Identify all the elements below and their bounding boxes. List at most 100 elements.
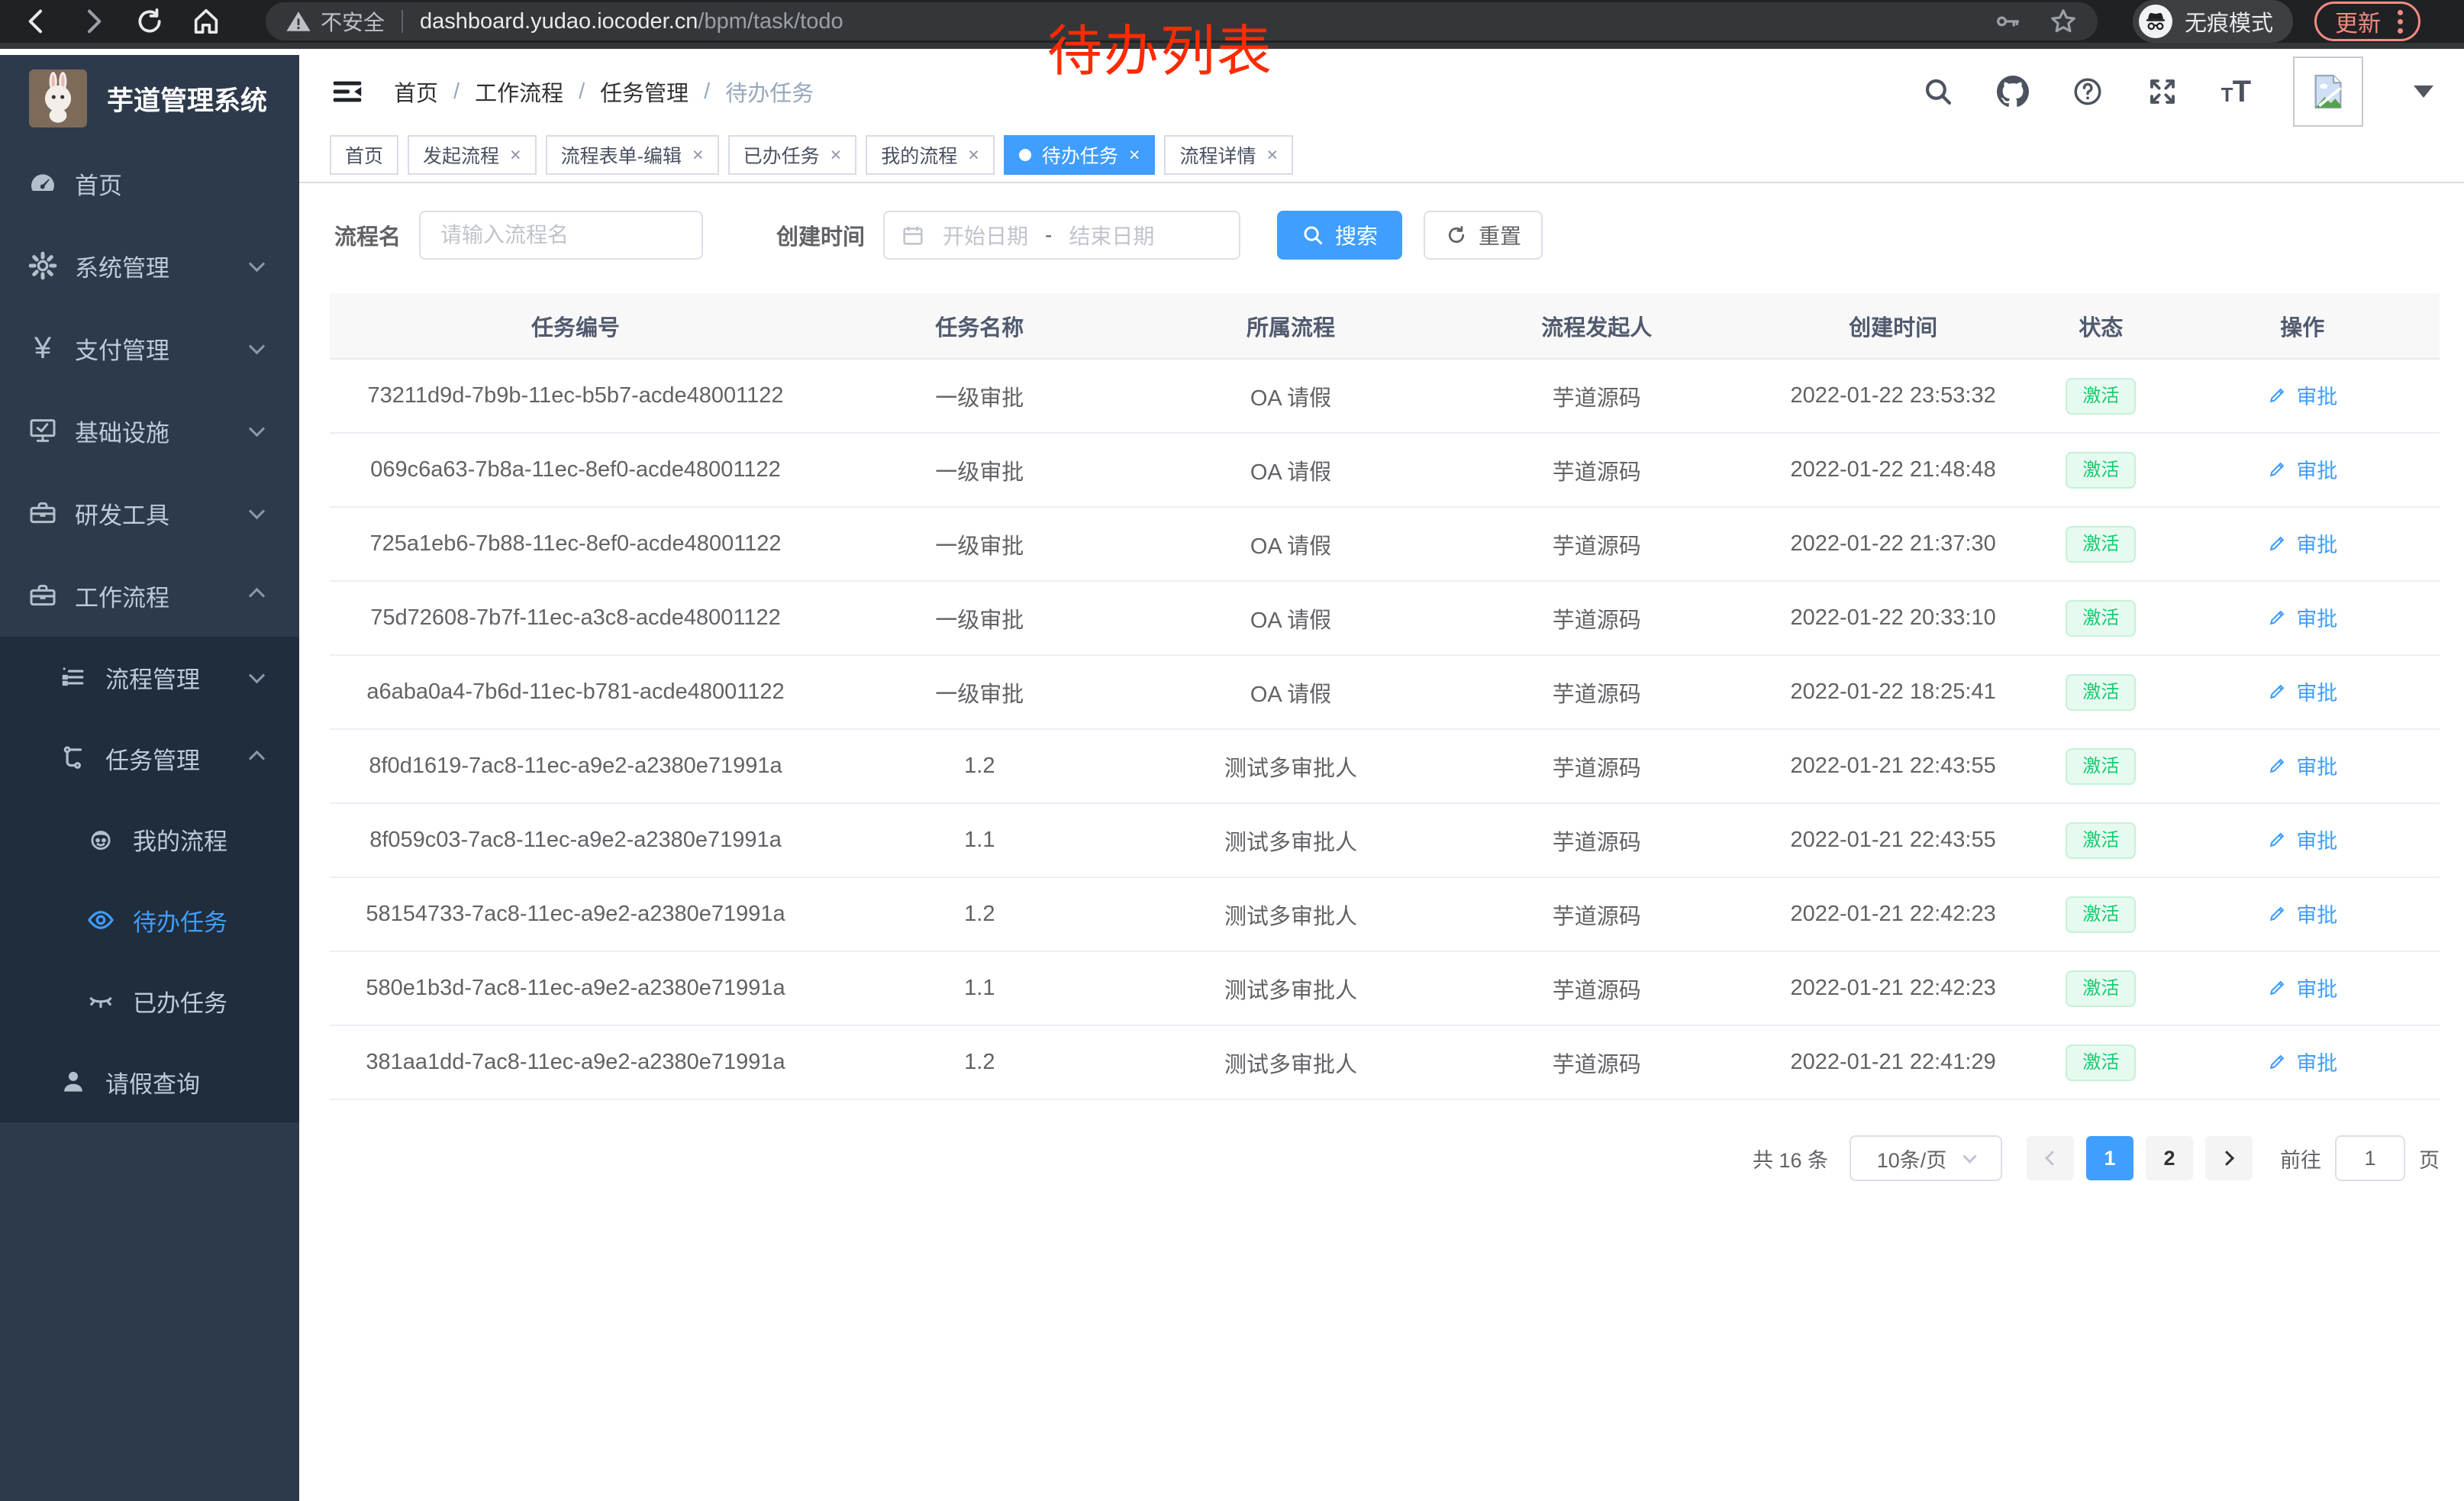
- approve-link[interactable]: 审批: [2267, 380, 2337, 410]
- browser-reload-button[interactable]: [133, 5, 166, 38]
- col-task-id: 任务编号: [330, 293, 821, 359]
- task-initiator: 芋道源码: [1443, 359, 1750, 433]
- browser-forward-button[interactable]: [76, 5, 110, 38]
- pencil-icon: [2267, 532, 2288, 554]
- tab-process-detail[interactable]: 流程详情×: [1164, 135, 1293, 175]
- fullscreen-icon[interactable]: [2146, 76, 2179, 108]
- approve-link[interactable]: 审批: [2267, 676, 2337, 706]
- sidebar-item-label: 首页: [75, 166, 122, 201]
- prev-page-button[interactable]: [2027, 1136, 2074, 1180]
- sidebar-item-devtools[interactable]: 研发工具: [0, 472, 299, 554]
- reset-button[interactable]: 重置: [1424, 211, 1543, 260]
- task-id: 58154733-7ac8-11ec-a9e2-a2380e71991a: [330, 877, 821, 951]
- bookmark-star-icon[interactable]: [2049, 7, 2078, 36]
- url-text: dashboard.yudao.iocoder.cn/bpm/task/todo: [420, 9, 843, 34]
- github-icon[interactable]: [1997, 76, 2029, 108]
- close-icon[interactable]: ×: [692, 144, 704, 166]
- approve-link[interactable]: 审批: [2267, 454, 2337, 484]
- sidebar-item-done-tasks[interactable]: 已办任务: [0, 960, 299, 1041]
- help-icon[interactable]: [2072, 76, 2104, 108]
- sidebar-item-infrastructure[interactable]: 基础设施: [0, 389, 299, 472]
- sidebar-item-todo-tasks[interactable]: 待办任务: [0, 880, 299, 960]
- sidebar-collapse-icon[interactable]: [330, 74, 365, 109]
- task-id: 8f0d1619-7ac8-11ec-a9e2-a2380e71991a: [330, 729, 821, 803]
- avatar-dropdown-caret[interactable]: [2414, 86, 2433, 98]
- browser-home-button[interactable]: [189, 5, 223, 38]
- breadcrumb-task-management[interactable]: 任务管理: [600, 76, 689, 108]
- tab-start-process[interactable]: 发起流程×: [408, 135, 537, 175]
- sidebar-item-home[interactable]: 首页: [0, 142, 299, 224]
- robot-face-icon: [85, 824, 116, 854]
- col-actions: 操作: [2166, 293, 2440, 359]
- eye-open-icon: [85, 905, 116, 935]
- breadcrumb-home[interactable]: 首页: [394, 76, 438, 108]
- date-range-input[interactable]: 开始日期 - 结束日期: [883, 211, 1240, 260]
- font-size-icon[interactable]: TT: [2221, 75, 2250, 109]
- tab-done-tasks[interactable]: 已办任务 ×: [728, 135, 857, 175]
- page-size-select[interactable]: 10条/页: [1850, 1135, 2002, 1181]
- tab-label: 待办任务: [1042, 141, 1118, 169]
- pagination-total: 共 16 条: [1753, 1144, 1828, 1173]
- pencil-icon: [2267, 606, 2288, 628]
- approve-link[interactable]: 审批: [2267, 602, 2337, 632]
- browser-back-button[interactable]: [20, 5, 53, 38]
- incognito-badge: 无痕模式: [2133, 0, 2293, 43]
- task-initiator: 芋道源码: [1443, 1025, 1750, 1099]
- browser-update-button[interactable]: 更新: [2314, 2, 2420, 41]
- tab-home[interactable]: 首页: [330, 135, 398, 175]
- pencil-icon: [2267, 1051, 2288, 1072]
- pencil-icon: [2267, 902, 2288, 924]
- tab-my-process[interactable]: 我的流程 ×: [866, 135, 995, 175]
- briefcase-icon: [27, 580, 58, 611]
- approve-link[interactable]: 审批: [2267, 750, 2337, 780]
- sidebar-item-workflow[interactable]: 工作流程: [0, 554, 299, 637]
- org-tree-icon: [58, 743, 89, 773]
- close-icon[interactable]: ×: [510, 144, 521, 166]
- process-name-input[interactable]: [419, 211, 703, 260]
- approve-link[interactable]: 审批: [2267, 825, 2337, 854]
- avatar[interactable]: [2293, 56, 2363, 127]
- task-id: 381aa1dd-7ac8-11ec-a9e2-a2380e71991a: [330, 1025, 821, 1099]
- approve-link[interactable]: 审批: [2267, 1047, 2337, 1077]
- tab-todo-tasks[interactable]: 待办任务 ×: [1004, 135, 1156, 175]
- sidebar-item-leave-query[interactable]: 请假查询: [0, 1041, 299, 1122]
- search-button-label: 搜索: [1335, 220, 1378, 250]
- sidebar-item-payment[interactable]: ¥ 支付管理: [0, 307, 299, 389]
- browser-menu-icon[interactable]: [2398, 10, 2403, 34]
- table-row: 381aa1dd-7ac8-11ec-a9e2-a2380e71991a 1.2…: [330, 1025, 2440, 1099]
- close-icon[interactable]: ×: [830, 144, 842, 166]
- goto-page-input[interactable]: [2335, 1135, 2405, 1181]
- next-page-button[interactable]: [2205, 1136, 2253, 1180]
- not-secure-warning-icon: [285, 8, 311, 34]
- list-tree-icon: [58, 662, 89, 692]
- sidebar-item-label: 系统管理: [75, 249, 169, 283]
- tab-label: 我的流程: [881, 141, 957, 169]
- page-button-1[interactable]: 1: [2086, 1136, 2133, 1180]
- approve-link[interactable]: 审批: [2267, 528, 2337, 558]
- sidebar-item-system[interactable]: 系统管理: [0, 224, 299, 307]
- close-icon[interactable]: ×: [968, 144, 979, 166]
- chevron-up-icon: [249, 587, 265, 603]
- close-icon[interactable]: ×: [1129, 144, 1140, 166]
- sidebar-item-label: 任务管理: [105, 741, 200, 776]
- app-logo-row[interactable]: 芋道管理系统: [0, 55, 299, 142]
- task-created: 2022-01-21 22:43:55: [1750, 729, 2037, 803]
- sidebar-item-label: 支付管理: [75, 331, 169, 366]
- tab-label: 已办任务: [743, 141, 820, 169]
- search-button[interactable]: 搜索: [1277, 211, 1402, 260]
- tab-process-form-edit[interactable]: 流程表单-编辑×: [546, 135, 719, 175]
- chevron-right-icon: [2219, 1151, 2234, 1166]
- sidebar-item-process-management[interactable]: 流程管理: [0, 637, 299, 718]
- approve-link[interactable]: 审批: [2267, 973, 2337, 1002]
- page-button-2[interactable]: 2: [2146, 1136, 2193, 1180]
- task-process: OA 请假: [1138, 359, 1444, 433]
- key-icon[interactable]: [1994, 8, 2021, 35]
- close-icon[interactable]: ×: [1266, 144, 1278, 166]
- search-icon[interactable]: [1922, 76, 1954, 108]
- table-row: 580e1b3d-7ac8-11ec-a9e2-a2380e71991a 1.1…: [330, 951, 2440, 1025]
- sidebar-item-my-process[interactable]: 我的流程: [0, 799, 299, 880]
- sidebar-item-task-management[interactable]: 任务管理: [0, 718, 299, 799]
- url-host: dashboard.yudao.iocoder.cn: [420, 9, 698, 34]
- approve-link[interactable]: 审批: [2267, 899, 2337, 928]
- breadcrumb-workflow[interactable]: 工作流程: [475, 76, 563, 108]
